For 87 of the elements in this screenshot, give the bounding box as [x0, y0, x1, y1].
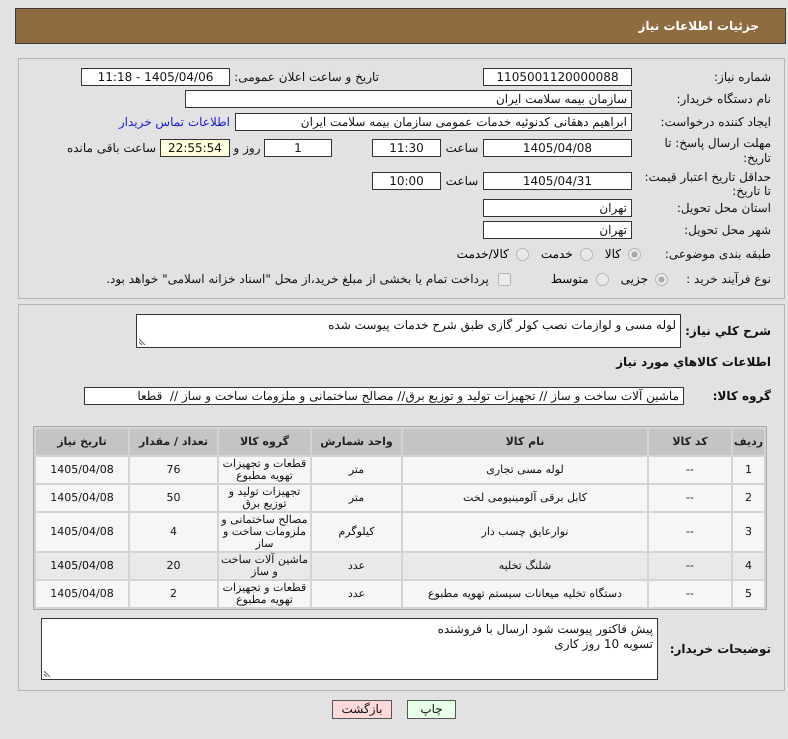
table-cell: 76: [130, 457, 217, 483]
announce-date-field: 1405/04/06 - 11:18: [81, 68, 230, 86]
resize-grip-icon[interactable]: [139, 337, 147, 345]
buyer-org-field: سازمان بیمه سلامت ایران: [185, 90, 632, 108]
radio-label: کالا/خدمت: [456, 246, 509, 263]
contact-info-link[interactable]: اطلاعات تماس خریدار: [118, 113, 230, 131]
field-label: ساعت باقی مانده: [66, 140, 156, 157]
table-cell: 3: [733, 513, 764, 551]
field-label: مهلت ارسال پاسخ: تا تاریخ:: [663, 136, 771, 166]
table-cell: --: [649, 581, 731, 607]
notes-field: پیش فاکتور پیوست شود ارسال با فروشنده تسویه 10 روز کاری: [41, 618, 658, 680]
column-header: گروه کالا: [219, 429, 310, 455]
table-cell: 2: [733, 485, 764, 511]
table-cell: 1405/04/08: [36, 485, 128, 511]
field-label: ساعت: [444, 140, 480, 157]
radio-label: جزیی: [620, 271, 648, 288]
table-cell: 1405/04/08: [36, 553, 128, 579]
table-cell: ماشین آلات ساخت و ساز: [219, 553, 310, 579]
column-header: کد کالا: [649, 429, 731, 455]
table-cell: کیلوگرم: [312, 513, 401, 551]
field-label: تاریخ و ساعت اعلان عمومی:: [233, 69, 379, 86]
table-cell: 1405/04/08: [36, 513, 128, 551]
field-label: شهر محل تحویل:: [683, 222, 771, 239]
table-cell: کابل برقی آلومینیومی لخت: [403, 485, 647, 511]
description-field: لوله مسی و لوازمات نصب کولر گازی طبق شرح خدمات پیوست شده: [136, 314, 681, 348]
table-cell: شلنگ تخلیه: [403, 553, 647, 579]
column-header: نام کالا: [403, 429, 647, 455]
field-label: شرح کلي نياز:: [684, 323, 771, 340]
table-cell: تجهیزات تولید و توزیع برق: [219, 485, 310, 511]
column-header: تاریخ نیاز: [36, 429, 128, 455]
field-label: روز و: [232, 140, 262, 157]
field-label: حداقل تاریخ اعتبار قیمت: تا تاریخ:: [643, 170, 771, 198]
table-cell: 1405/04/08: [36, 581, 128, 607]
field-label: گروه کالا:: [712, 388, 771, 405]
days-field: 1: [264, 139, 332, 157]
field-label: توضیحات خریدار:: [668, 641, 771, 658]
field-label: نام دستگاه خریدار:: [676, 91, 771, 108]
resize-grip-icon[interactable]: [44, 669, 52, 677]
table-cell: --: [649, 485, 731, 511]
table-cell: متر: [312, 457, 401, 483]
column-header: ردیف: [733, 429, 764, 455]
checkbox-label: پرداخت تمام یا بخشی از مبلغ خرید،از محل "اسناد خزانه اسلامی" خواهد بود.: [106, 271, 489, 288]
table-cell: 20: [130, 553, 217, 579]
table-cell: --: [649, 513, 731, 551]
table-cell: متر: [312, 485, 401, 511]
field-label: طبقه بندی موضوعی:: [664, 246, 771, 263]
table-cell: قطعات و تجهیزات تهویه مطبوع: [219, 457, 310, 483]
table-cell: قطعات و تجهیزات تهویه مطبوع: [219, 581, 310, 607]
deadline-date-field: 1405/04/08: [483, 139, 632, 157]
requester-field: ابراهیم دهقانی کدنوئیه خدمات عمومی سازمان بیمه سلامت ایران: [235, 113, 632, 131]
radio-label: کالا: [604, 246, 621, 263]
field-label: ساعت: [444, 173, 480, 190]
table-cell: لوله مسی تجاری: [403, 457, 647, 483]
table-cell: نوارعایق چسب دار: [403, 513, 647, 551]
column-header: تعداد / مقدار: [130, 429, 217, 455]
validity-time-field: 10:00: [372, 172, 441, 190]
province-field: تهران: [483, 199, 632, 217]
page-title: جزئیات اطلاعات نیاز: [638, 18, 759, 35]
validity-date-field: 1405/04/31: [483, 172, 632, 190]
table-cell: 4: [733, 553, 764, 579]
city-field: تهران: [483, 221, 632, 239]
radio-label: خدمت: [540, 246, 573, 263]
table-cell: 1405/04/08: [36, 457, 128, 483]
need-number-field: 1105001120000088: [483, 68, 632, 86]
field-label: شماره نیاز:: [713, 69, 771, 86]
print-button[interactable]: چاپ: [407, 700, 456, 719]
goods-group-field: ماشین آلات ساخت و ساز // تجهیزات تولید و توزیع برق// مصالح ساختمانی و ملزومات ساخت و ساز // قطعا: [84, 387, 684, 405]
back-button[interactable]: بازگشت: [332, 700, 392, 719]
table-cell: --: [649, 553, 731, 579]
section-heading: اطلاعات کالاهاي مورد نياز: [616, 354, 771, 370]
field-label: نوع فرآیند خرید :: [685, 271, 771, 288]
field-label: ایجاد کننده درخواست:: [659, 114, 771, 131]
table-cell: دستگاه تخلیه میعانات سیستم تهویه مطبوع: [403, 581, 647, 607]
table-cell: مصالح ساختمانی و ملزومات ساخت و ساز: [219, 513, 310, 551]
table-cell: 2: [130, 581, 217, 607]
field-label: استان محل تحویل:: [676, 200, 771, 217]
table-cell: 1: [733, 457, 764, 483]
table-cell: 4: [130, 513, 217, 551]
table-cell: 50: [130, 485, 217, 511]
remaining-time-field: 22:55:54: [160, 139, 230, 157]
deadline-time-field: 11:30: [372, 139, 441, 157]
table-cell: عدد: [312, 581, 401, 607]
column-header: واحد شمارش: [312, 429, 401, 455]
table-cell: --: [649, 457, 731, 483]
table-cell: عدد: [312, 553, 401, 579]
radio-label: متوسط: [550, 271, 589, 288]
table-cell: 5: [733, 581, 764, 607]
